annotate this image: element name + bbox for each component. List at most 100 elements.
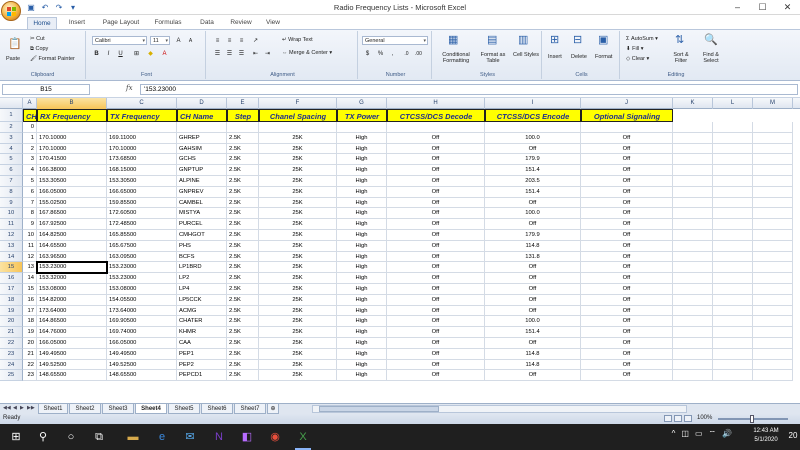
- font-size-select[interactable]: 11: [150, 36, 170, 45]
- cell[interactable]: 170.41500: [37, 154, 107, 166]
- cell[interactable]: Off: [581, 154, 673, 166]
- column-title[interactable]: CTCSS/DCS Decode: [387, 109, 485, 122]
- cell[interactable]: 2: [23, 143, 37, 155]
- cell[interactable]: Off: [581, 338, 673, 349]
- cell[interactable]: Off: [387, 165, 485, 176]
- cell[interactable]: 25K: [259, 348, 337, 360]
- cell[interactable]: 203.5: [485, 176, 581, 187]
- row-header[interactable]: 4: [0, 143, 23, 155]
- cell[interactable]: 20: [23, 338, 37, 349]
- cell[interactable]: Off: [387, 273, 485, 284]
- empty-cell[interactable]: [753, 305, 793, 317]
- cell[interactable]: 2.5K: [227, 338, 259, 349]
- cell[interactable]: 2.5K: [227, 273, 259, 284]
- cell[interactable]: 25K: [259, 186, 337, 198]
- row-header[interactable]: 10: [0, 208, 23, 220]
- tab-review[interactable]: Review: [226, 17, 256, 29]
- cell[interactable]: 9: [23, 219, 37, 230]
- cell[interactable]: 170.10000: [107, 143, 177, 155]
- cell[interactable]: 25K: [259, 208, 337, 220]
- empty-cell[interactable]: [713, 348, 753, 360]
- tab-formulas[interactable]: Formulas: [149, 17, 187, 29]
- cell[interactable]: High: [337, 143, 387, 155]
- cell[interactable]: Off: [387, 197, 485, 209]
- cell[interactable]: 153.08000: [37, 284, 107, 295]
- cell[interactable]: 172.60500: [107, 208, 177, 220]
- cell[interactable]: MISTYA: [177, 208, 227, 220]
- cell[interactable]: Off: [581, 197, 673, 209]
- normal-view-icon[interactable]: [664, 415, 672, 422]
- align-top-icon[interactable]: ≡: [213, 36, 222, 45]
- cell[interactable]: Off: [387, 338, 485, 349]
- cell[interactable]: 163.96500: [37, 251, 107, 263]
- show-hidden-icon[interactable]: ^: [672, 429, 676, 439]
- cell[interactable]: 2.5K: [227, 165, 259, 176]
- empty-cell[interactable]: [713, 262, 753, 274]
- cell[interactable]: Off: [581, 305, 673, 317]
- cell[interactable]: 25K: [259, 143, 337, 155]
- empty-cell[interactable]: [713, 305, 753, 317]
- cell[interactable]: 2.5K: [227, 348, 259, 360]
- font-name-select[interactable]: Calibri: [92, 36, 147, 45]
- cell[interactable]: Off: [485, 284, 581, 295]
- cell[interactable]: Off: [581, 165, 673, 176]
- clock[interactable]: 12:43 AM 5/1/2020: [746, 427, 786, 445]
- cell[interactable]: 23: [23, 370, 37, 382]
- cell[interactable]: 25K: [259, 176, 337, 187]
- row-header[interactable]: 18: [0, 294, 23, 306]
- cell[interactable]: 25K: [259, 240, 337, 252]
- column-title[interactable]: Step: [227, 109, 259, 122]
- cell[interactable]: Off: [387, 219, 485, 230]
- cell[interactable]: 21: [23, 348, 37, 360]
- conditional-formatting-button[interactable]: Conditional Formatting: [436, 52, 476, 64]
- empty-cell[interactable]: [673, 284, 713, 295]
- cell[interactable]: 2.5K: [227, 294, 259, 306]
- delete-button[interactable]: Delete: [571, 53, 587, 61]
- cell[interactable]: KHMR: [177, 327, 227, 338]
- row-header[interactable]: 8: [0, 186, 23, 198]
- cell[interactable]: [259, 122, 337, 133]
- cell[interactable]: GAHSIM: [177, 143, 227, 155]
- prev-sheet-icon[interactable]: ◀: [13, 405, 17, 411]
- cell[interactable]: GNPTUP: [177, 165, 227, 176]
- cell[interactable]: 100.0: [485, 316, 581, 328]
- cell[interactable]: 14: [23, 273, 37, 284]
- cell[interactable]: 2.5K: [227, 327, 259, 338]
- empty-cell[interactable]: [753, 348, 793, 360]
- tab-view[interactable]: View: [261, 17, 285, 29]
- cell[interactable]: 4: [23, 165, 37, 176]
- cell[interactable]: 172.48500: [107, 219, 177, 230]
- align-middle-icon[interactable]: ≡: [225, 36, 234, 45]
- cell[interactable]: 149.52500: [107, 359, 177, 371]
- cell[interactable]: 153.23000: [107, 262, 177, 274]
- empty-cell[interactable]: [713, 370, 753, 382]
- paste-icon[interactable]: 📋: [8, 37, 22, 50]
- cell-styles-icon[interactable]: ▥: [518, 33, 528, 46]
- cell[interactable]: 167.86500: [37, 208, 107, 220]
- row-header[interactable]: 23: [0, 348, 23, 360]
- cell[interactable]: 179.9: [485, 230, 581, 241]
- zoom-slider-knob[interactable]: [750, 415, 754, 423]
- insert-button[interactable]: Insert: [548, 53, 562, 61]
- column-header-f[interactable]: F: [259, 98, 337, 109]
- cell[interactable]: Off: [581, 294, 673, 306]
- cell[interactable]: [485, 122, 581, 133]
- column-title[interactable]: Chanel Spacing: [259, 109, 337, 122]
- cell[interactable]: 25K: [259, 154, 337, 166]
- cell[interactable]: Off: [485, 305, 581, 317]
- empty-cell[interactable]: [753, 240, 793, 252]
- empty-cell[interactable]: [753, 284, 793, 295]
- empty-cell[interactable]: [713, 176, 753, 187]
- cell[interactable]: BCFS: [177, 251, 227, 263]
- cell[interactable]: 25K: [259, 305, 337, 317]
- task-view-icon[interactable]: ⧉: [92, 430, 106, 444]
- file-explorer-icon[interactable]: ▬: [126, 430, 140, 444]
- cell[interactable]: 173.68500: [107, 154, 177, 166]
- cell[interactable]: 155.02500: [37, 197, 107, 209]
- column-header-b[interactable]: B: [37, 98, 107, 109]
- cell[interactable]: Off: [581, 316, 673, 328]
- decrease-indent-icon[interactable]: ⇤: [251, 49, 260, 58]
- empty-cell[interactable]: [713, 338, 753, 349]
- cell[interactable]: LP4: [177, 284, 227, 295]
- cell[interactable]: 100.0: [485, 208, 581, 220]
